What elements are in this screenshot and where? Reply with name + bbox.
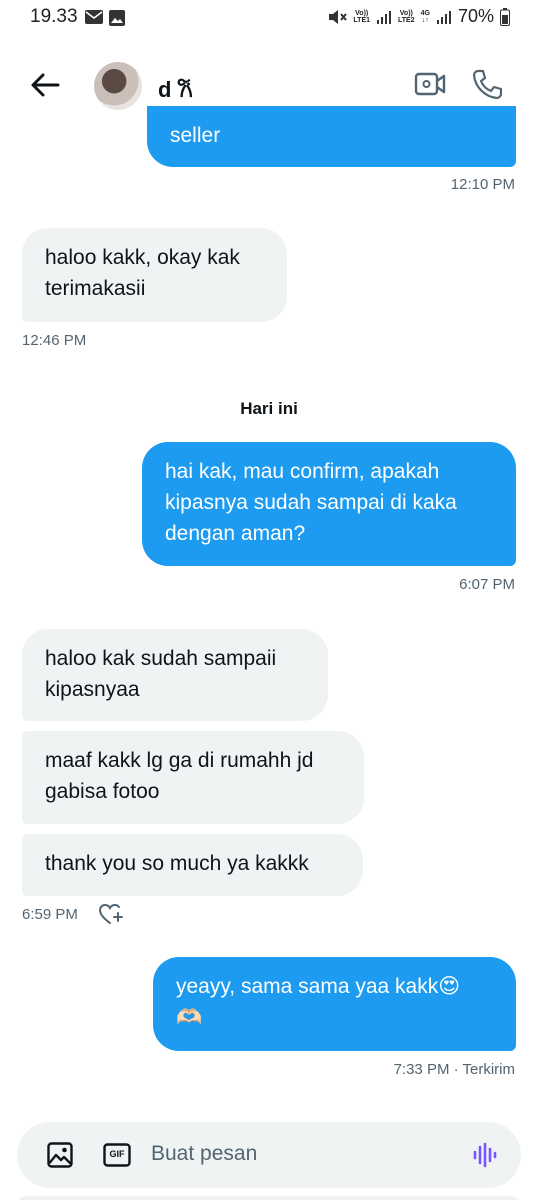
add-image-button[interactable] [47, 1142, 73, 1173]
network-4g: 4G ↓↑ [420, 9, 430, 24]
arrow-left-icon [31, 73, 60, 97]
bottom-strip [17, 1196, 521, 1200]
signal-icon [436, 10, 451, 24]
voice-wave-icon [473, 1142, 497, 1168]
phone-icon [472, 69, 503, 100]
battery-icon [500, 7, 510, 26]
network-lte1: Vo)) LTE1 [353, 9, 371, 24]
message-bubble-outgoing[interactable]: seller [147, 106, 516, 167]
status-time: 19.33 [30, 6, 78, 27]
react-button[interactable] [98, 902, 124, 931]
video-call-button[interactable] [414, 70, 446, 103]
video-call-icon [414, 72, 446, 96]
gallery-icon [109, 10, 125, 26]
message-bubble-outgoing[interactable]: hai kak, mau confirm, apakah kipasnya su… [142, 442, 516, 566]
contact-name[interactable]: d 𐙚 [158, 74, 193, 104]
message-bubble-incoming[interactable]: haloo kak sudah sampaii kipasnyaa [22, 629, 328, 721]
battery-percent: 70% [457, 6, 494, 26]
back-button[interactable] [28, 68, 62, 102]
heart-plus-icon [98, 903, 123, 924]
day-separator: Hari ini [240, 399, 298, 418]
message-bubble-incoming[interactable]: thank you so much ya kakkk [22, 834, 363, 896]
mute-icon [329, 9, 348, 24]
message-bubble-outgoing[interactable]: yeayy, sama sama yaa kakk😍 🫶🏻 [153, 957, 516, 1051]
gif-label: GIF [109, 1149, 125, 1159]
status-bar: 19.33 Vo)) LTE1 Vo)) LTE2 4G ↓↑ 70% [0, 0, 538, 36]
image-icon [47, 1142, 73, 1168]
message-input[interactable]: Buat pesan [151, 1142, 257, 1166]
avatar[interactable] [94, 62, 142, 110]
mail-icon [85, 10, 103, 24]
message-timestamp: 6:07 PM [459, 576, 515, 593]
message-bubble-incoming[interactable]: maaf kakk lg ga di rumahh jd gabisa foto… [22, 731, 364, 824]
network-lte2: Vo)) LTE2 [398, 9, 415, 24]
signal-icon [377, 10, 392, 24]
message-timestamp: 7:33 PM · Terkirim [393, 1061, 515, 1078]
voice-message-button[interactable] [472, 1142, 498, 1173]
message-composer: GIF Buat pesan [17, 1122, 521, 1188]
message-timestamp: 6:59 PM [22, 906, 78, 923]
message-bubble-incoming[interactable]: haloo kakk, okay kak terimakasii [22, 228, 287, 322]
message-timestamp: 12:10 PM [450, 176, 515, 193]
gif-button[interactable]: GIF [103, 1143, 131, 1172]
voice-call-button[interactable] [472, 68, 503, 105]
message-timestamp: 12:46 PM [22, 332, 87, 349]
